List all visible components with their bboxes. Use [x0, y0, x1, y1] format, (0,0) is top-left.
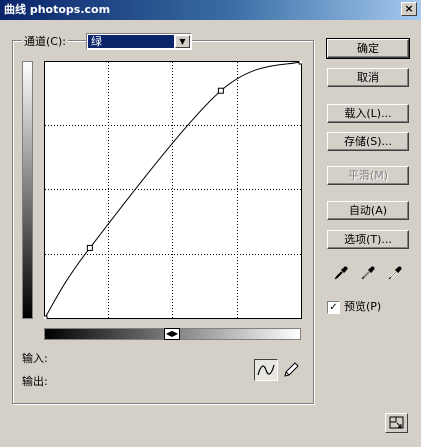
gray-eyedropper-icon[interactable] [360, 265, 376, 281]
window-title: 曲线 photops.com [4, 3, 111, 16]
black-eyedropper-icon[interactable] [333, 265, 349, 281]
load-button[interactable]: 载入(L)... [327, 104, 409, 123]
pencil-icon [284, 362, 299, 377]
resize-icon [389, 416, 404, 429]
graph-area[interactable] [44, 61, 302, 319]
curve-tool-icon [257, 364, 275, 376]
channel-label: 通道(C): [22, 34, 68, 50]
pencil-tool-button[interactable] [282, 361, 300, 379]
channel-select[interactable]: 绿 ▼ [86, 33, 192, 50]
input-label: 输入: [22, 352, 48, 365]
close-button[interactable]: × [401, 2, 417, 16]
cancel-button[interactable]: 取消 [327, 68, 409, 87]
preview-checkbox[interactable]: ✓ [327, 301, 340, 314]
curve-control-point[interactable] [44, 315, 48, 319]
preview-label[interactable]: 预览(P) [344, 300, 381, 314]
curve-control-point[interactable] [298, 61, 302, 65]
curve-control-point[interactable] [86, 244, 93, 251]
white-eyedropper-icon[interactable] [387, 265, 403, 281]
smooth-button[interactable]: 平滑(M) [327, 166, 409, 185]
gradient-toggle-icon[interactable]: ◀▶ [164, 328, 180, 340]
options-button[interactable]: 选项(T)... [327, 230, 409, 249]
channel-selected-value: 绿 [88, 35, 174, 48]
curve-graph[interactable] [44, 61, 302, 319]
save-button[interactable]: 存储(S)... [327, 132, 409, 151]
curve-tool-button[interactable] [254, 359, 278, 381]
resize-button[interactable] [385, 413, 408, 433]
output-gradient-bar [22, 61, 33, 319]
auto-button[interactable]: 自动(A) [327, 201, 409, 220]
curve-control-point[interactable] [217, 87, 224, 94]
chevron-down-icon[interactable]: ▼ [175, 35, 190, 48]
ok-button[interactable]: 确定 [326, 38, 410, 59]
title-bar: 曲线 photops.com × [0, 0, 421, 20]
output-label: 输出: [22, 375, 48, 388]
